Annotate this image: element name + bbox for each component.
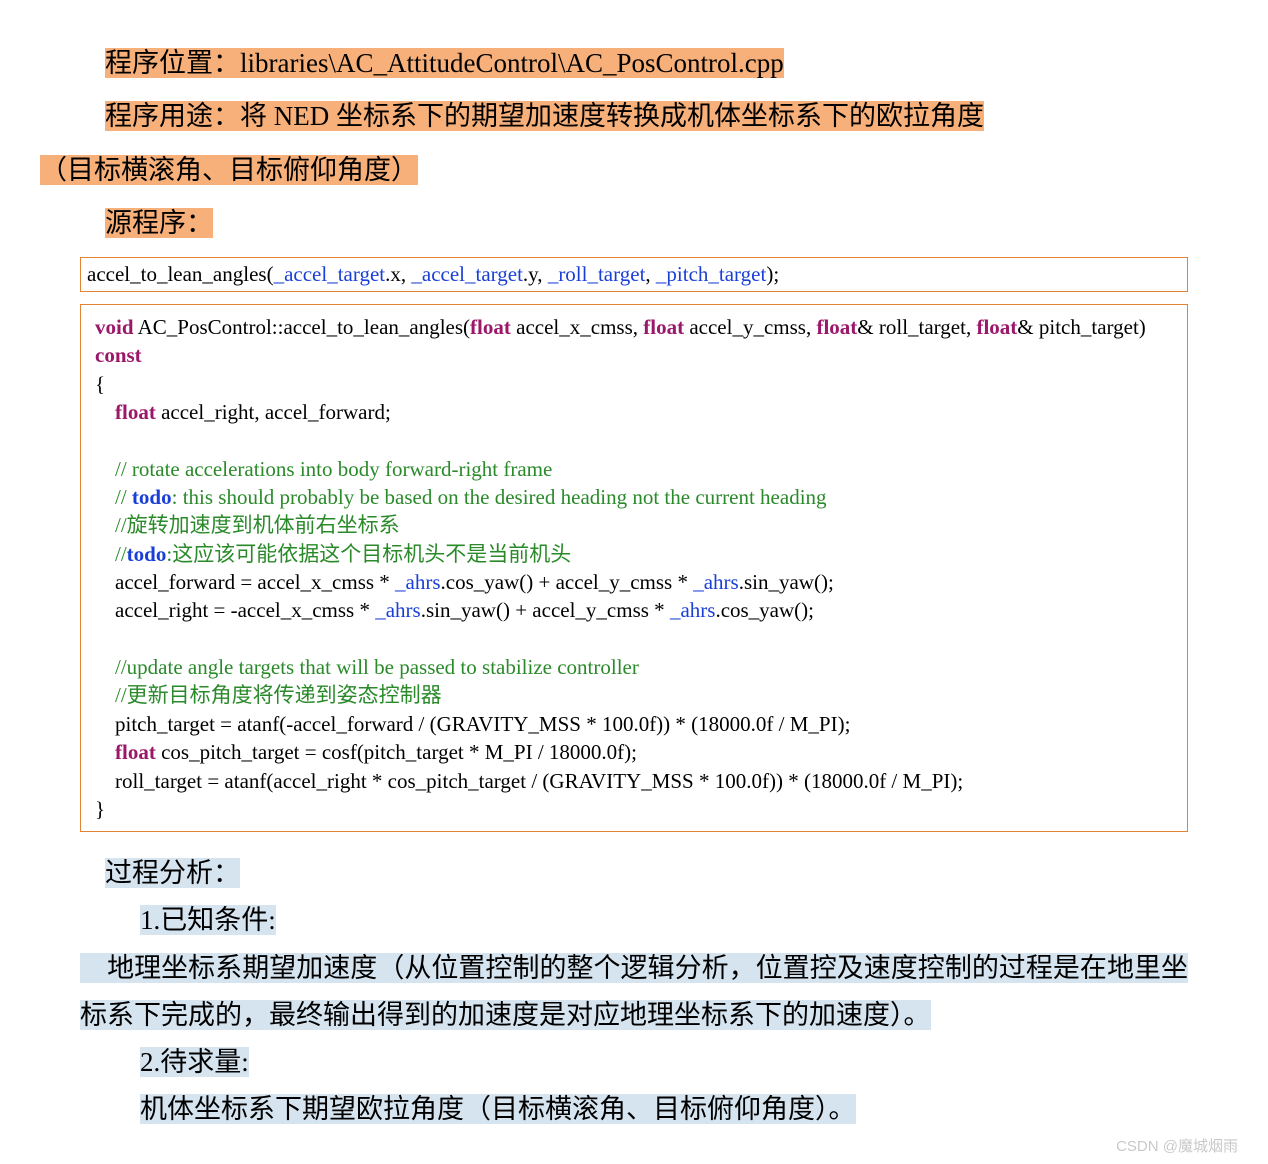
- code-call-box: accel_to_lean_angles(_accel_target.x, _a…: [80, 257, 1188, 292]
- analysis-known-title: 1.已知条件:: [140, 897, 1188, 944]
- program-use-line1: 程序用途：将 NED 坐标系下的期望加速度转换成机体坐标系下的欧拉角度: [105, 93, 1188, 140]
- program-use-line2: （目标横滚角、目标俯仰角度）: [40, 147, 1188, 194]
- source-label: 源程序：: [105, 200, 1188, 247]
- code-definition-box: void AC_PosControl::accel_to_lean_angles…: [80, 304, 1188, 832]
- analysis-want-title: 2.待求量:: [140, 1039, 1188, 1086]
- analysis-title: 过程分析：: [105, 850, 1188, 897]
- watermark: CSDN @魔城烟雨: [1116, 1135, 1238, 1156]
- analysis-want-body: 机体坐标系下期望欧拉角度（目标横滚角、目标俯仰角度）。: [140, 1086, 1188, 1133]
- program-location: 程序位置：libraries\AC_AttitudeControl\AC_Pos…: [105, 40, 1188, 87]
- analysis-known-body: 地理坐标系期望加速度（从位置控制的整个逻辑分析，位置控及速度控制的过程是在地里坐…: [80, 945, 1188, 1040]
